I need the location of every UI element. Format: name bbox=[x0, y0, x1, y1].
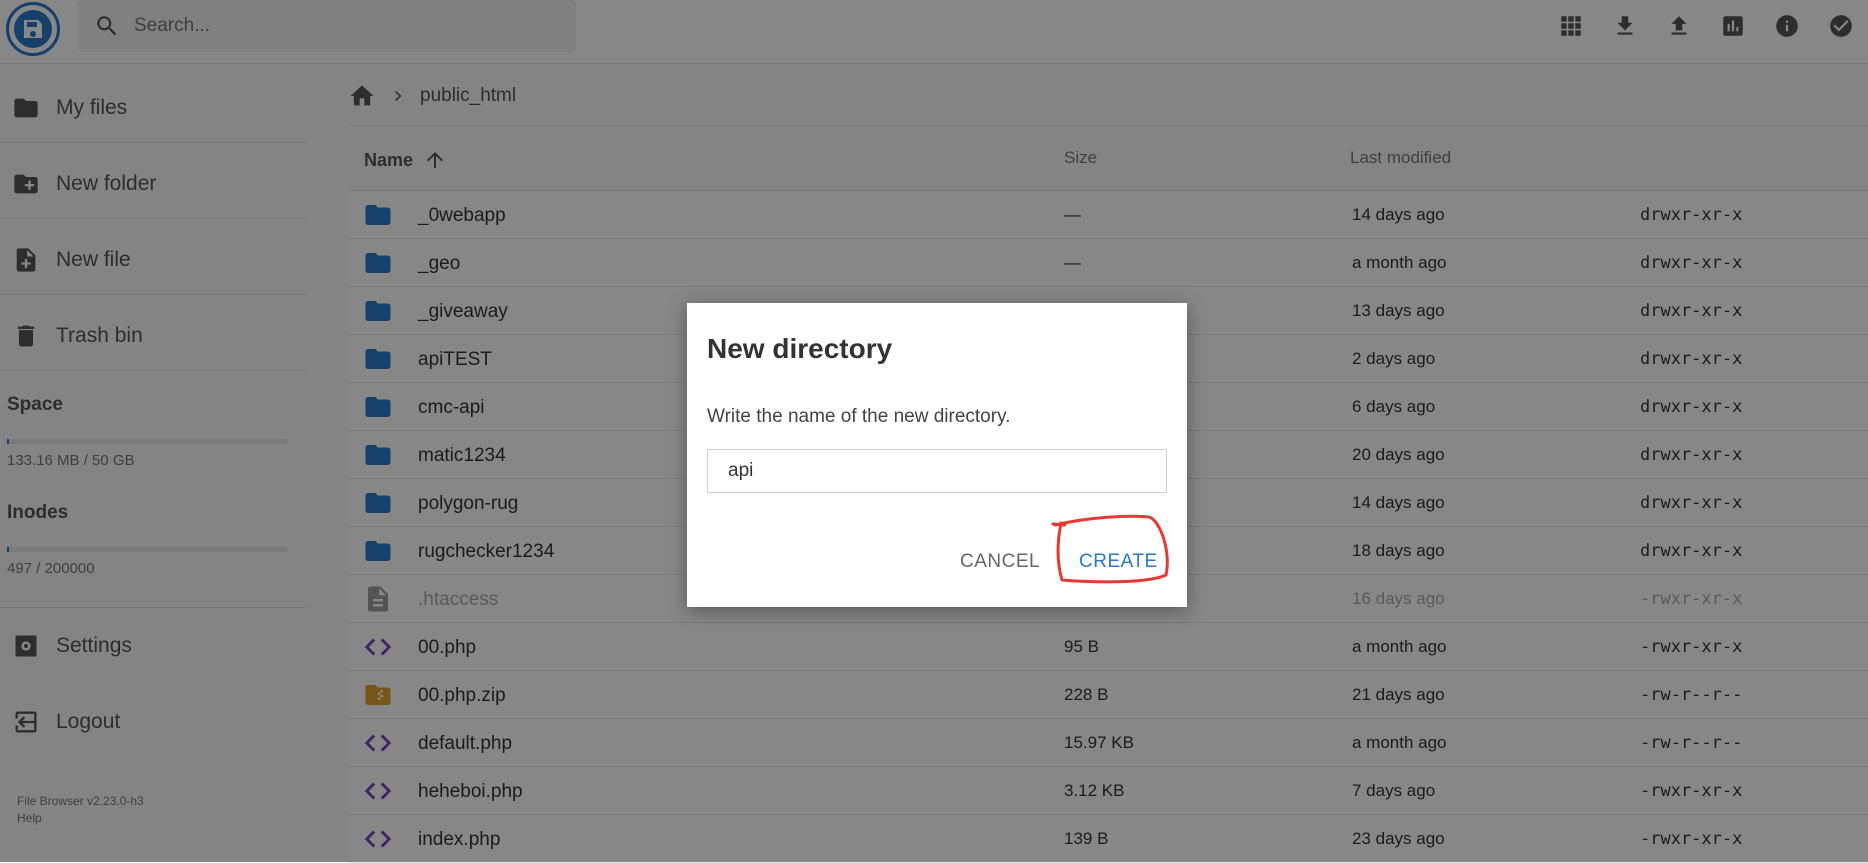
annotation-circle bbox=[1051, 514, 1169, 584]
cancel-button[interactable]: CANCEL bbox=[948, 543, 1052, 581]
dialog-title: New directory bbox=[707, 333, 893, 364]
directory-name-input[interactable] bbox=[707, 449, 1167, 493]
dialog-prompt: Write the name of the new directory. bbox=[707, 406, 1011, 427]
